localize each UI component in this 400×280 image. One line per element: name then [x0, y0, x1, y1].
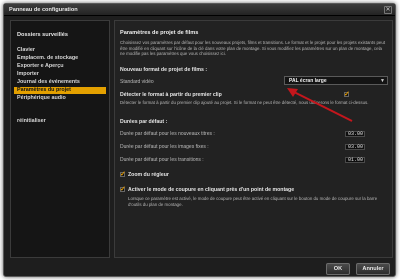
- chevron-down-icon: ▼: [380, 78, 385, 84]
- cancel-button[interactable]: Annuler: [356, 263, 390, 275]
- duration-transitions-field[interactable]: 01.00: [345, 157, 365, 163]
- checkmark-icon: ✓: [120, 186, 126, 193]
- page-title: Paramètres de projet de films: [120, 30, 199, 36]
- cut-mode-checkbox[interactable]: ✓: [120, 186, 126, 193]
- duration-images-label: Durée par défaut pour les images fixes :: [120, 144, 209, 150]
- zoom-label: Zoom du régleur: [128, 172, 169, 178]
- settings-panel: Paramètres de projet de films Choisissez…: [114, 20, 393, 258]
- sidebar-item-project-settings[interactable]: Paramètres du projet: [14, 87, 106, 94]
- sidebar-item-watched-folders[interactable]: Dossiers surveillés: [17, 32, 68, 38]
- new-format-title: Nouveau format de projet de films :: [120, 67, 208, 73]
- detect-format-checkbox[interactable]: ✓: [344, 91, 350, 98]
- sidebar-item-import[interactable]: Importer: [14, 71, 106, 78]
- sidebar: Dossiers surveillés Clavier Emplacem. de…: [10, 20, 110, 258]
- checkmark-icon: ✓: [344, 91, 350, 98]
- ok-button[interactable]: OK: [326, 263, 350, 275]
- window-title: Panneau de configuration: [4, 4, 395, 16]
- duration-titles-field[interactable]: 03.00: [345, 131, 365, 137]
- durations-title: Durées par défaut :: [120, 119, 168, 125]
- cut-mode-label: Activer le mode de coupure en cliquant p…: [128, 187, 295, 193]
- detect-format-desc: Détecter le format à partir du premier c…: [120, 100, 369, 105]
- checkmark-icon: ✓: [120, 171, 126, 178]
- detect-format-label: Détecter le format à partir du premier c…: [120, 92, 222, 98]
- configuration-window: Panneau de configuration ✕ Dossiers surv…: [3, 3, 396, 277]
- sidebar-item-event-log[interactable]: Journal des événements: [14, 79, 106, 86]
- duration-images-field[interactable]: 03.00: [345, 144, 365, 150]
- sidebar-item-keyboard[interactable]: Clavier: [14, 47, 106, 54]
- close-icon[interactable]: ✕: [384, 6, 392, 14]
- sidebar-item-audio-device[interactable]: Périphérique audio: [14, 95, 106, 102]
- zoom-checkbox[interactable]: ✓: [120, 171, 126, 178]
- duration-transitions-label: Durée par défaut pour les transitions :: [120, 157, 204, 163]
- sidebar-item-storage[interactable]: Emplacem. de stockage: [14, 55, 106, 62]
- duration-titles-label: Durée par défaut pour les nouveaux titre…: [120, 131, 215, 137]
- intro-text: Choisissez vos paramètres par défaut pou…: [120, 40, 386, 56]
- cut-mode-desc: Lorsque ce paramètre est activé, le mode…: [128, 196, 378, 207]
- reset-link[interactable]: réinitialiser: [14, 118, 106, 125]
- video-standard-select[interactable]: PAL écran large ▼: [284, 76, 388, 85]
- video-standard-value: PAL écran large: [289, 78, 327, 84]
- sidebar-item-export-preview[interactable]: Exporter e Aperçu: [14, 63, 106, 70]
- video-standard-label: Standard vidéo: [120, 79, 154, 85]
